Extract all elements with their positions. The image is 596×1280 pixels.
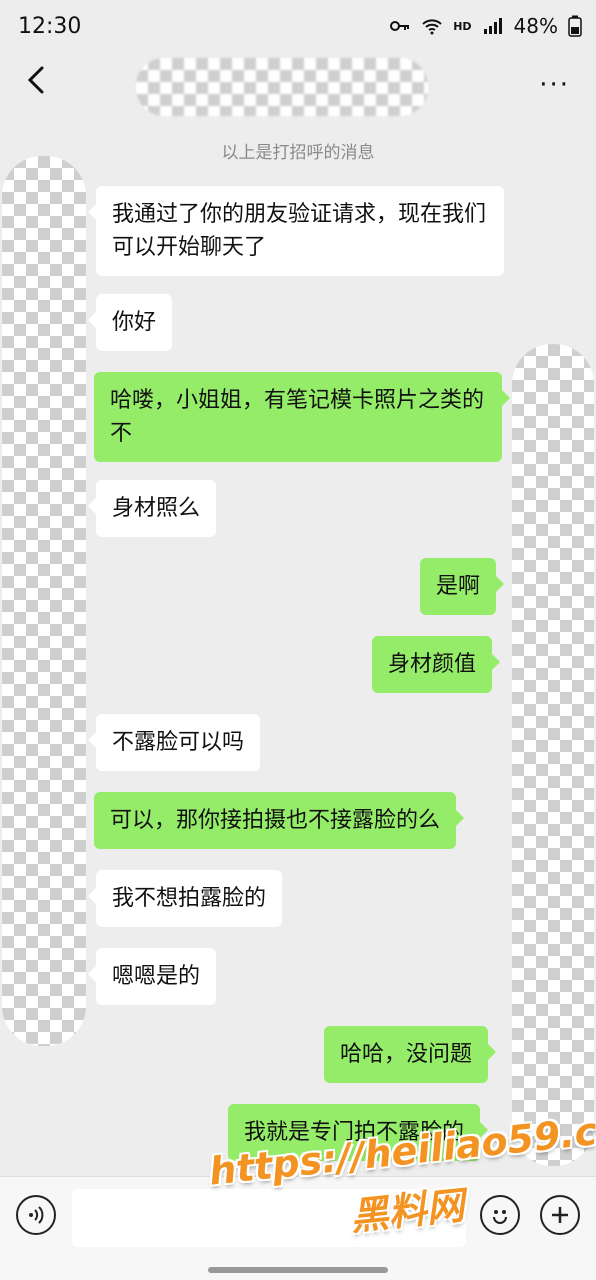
message-bubble-received[interactable]: 我通过了你的朋友验证请求，现在我们可以开始聊天了 [88,186,504,276]
more-options-button[interactable]: ··· [539,70,570,100]
message-bubble-received[interactable]: 嗯嗯是的 [87,948,217,1005]
message-bubble-sent[interactable]: 哈喽，小姐姐，有笔记模卡照片之类的不 [94,372,510,462]
message-bubble-received[interactable]: 你好 [87,294,173,351]
status-time: 12:30 [18,14,82,39]
nav-bar: ··· [0,54,596,116]
key-icon [390,21,410,31]
message-bubble-sent[interactable]: 身材颜值 [372,636,501,693]
avatar-redacted-right [512,344,594,1166]
emoji-button[interactable] [480,1195,520,1235]
status-icons: HD 48% [389,14,582,38]
message-bubble-received[interactable]: 不露脸可以吗 [87,714,261,771]
signal-icon [483,18,502,34]
contact-name-redacted [136,58,428,116]
battery-percent: 48% [513,14,558,38]
battery-icon [568,15,582,37]
message-bubble-sent[interactable]: 可以，那你接拍摄也不接露脸的么 [94,792,465,849]
add-attachment-button[interactable] [540,1195,580,1235]
message-bubble-received[interactable]: 我不想拍露脸的 [87,870,283,927]
input-bar [0,1176,596,1280]
home-indicator [208,1267,388,1273]
system-message: 以上是打招呼的消息 [221,143,375,163]
voice-icon [29,1206,44,1224]
message-bubble-received[interactable]: 身材照么 [87,480,217,537]
wifi-icon [422,19,442,35]
message-bubble-sent[interactable]: 是啊 [420,558,505,615]
smiley-icon [493,1210,507,1224]
voice-input-button[interactable] [16,1195,56,1235]
avatar-redacted-left [2,156,86,1046]
status-bar: 12:30 HD 48% [0,0,596,54]
chevron-left-icon[interactable] [20,60,56,100]
plus-icon [552,1207,568,1223]
message-bubble-sent[interactable]: 哈哈，没问题 [324,1026,497,1083]
hd-label: HD [453,19,472,33]
